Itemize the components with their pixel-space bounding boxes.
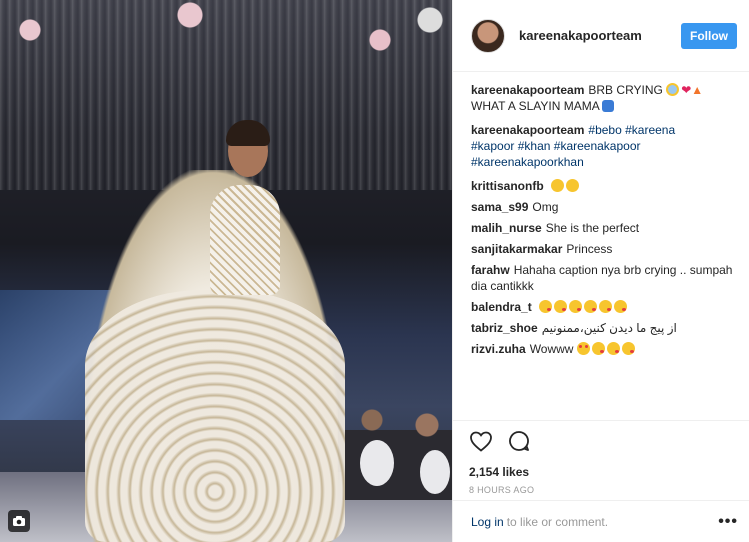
comment-text: Princess <box>566 242 613 256</box>
comment-row: rizvi.zuha Wowww <box>471 341 737 357</box>
hashtag-kareenakapoor[interactable]: #kareenakapoor <box>554 139 641 153</box>
hashtag-comment: kareenakapoorteam #bebo #kareena #kapoor … <box>471 122 737 170</box>
kiss-face-icon <box>591 342 605 355</box>
kiss-face-icon <box>621 342 635 355</box>
comment-row: balendra_t <box>471 299 737 315</box>
caption-username[interactable]: kareenakapoorteam <box>471 83 584 97</box>
comment-row: farahw Hahaha caption nya brb crying .. s… <box>471 262 737 294</box>
comment-text: Hahaha caption nya brb crying .. sumpah … <box>471 263 733 293</box>
login-link[interactable]: Log in <box>471 515 504 529</box>
caption: kareenakapoorteam BRB CRYING ❤▲ WHAT A SL… <box>471 82 737 114</box>
comment-username[interactable]: balendra_t <box>471 300 532 314</box>
heart-outline-icon[interactable] <box>469 430 493 455</box>
instagram-post: kareenakapoorteam Follow kareenakapoorte… <box>0 0 749 542</box>
login-prompt-text: to like or comment. <box>506 514 609 529</box>
kiss-face-icon <box>554 300 568 313</box>
caption-text: BRB CRYING <box>588 83 663 97</box>
comment-text: Wowww <box>529 342 574 356</box>
hashtag-bebo[interactable]: #bebo <box>588 123 621 137</box>
comment-username[interactable]: rizvi.zuha <box>471 342 526 356</box>
action-icons <box>469 429 738 455</box>
video-camera-icon <box>8 510 30 532</box>
comment-username[interactable]: kareenakapoorteam <box>471 123 584 137</box>
header-username[interactable]: kareenakapoorteam <box>519 28 681 43</box>
avatar[interactable] <box>471 18 505 53</box>
comment-username[interactable]: tabriz_shoe <box>471 321 538 335</box>
audience-fan <box>360 440 394 486</box>
kiss-face-icon <box>539 300 553 313</box>
smiling-face-icon <box>566 179 580 192</box>
comment-text: از پیج ما دیدن کنین،ممنونیم <box>541 321 677 335</box>
hashtag-kapoor[interactable]: #kapoor <box>471 139 514 153</box>
ceiling-flowers <box>0 0 452 80</box>
comment-row: tabriz_shoe از پیج ما دیدن کنین،ممنونیم <box>471 320 737 336</box>
crying-face-icon <box>666 83 680 96</box>
post-header: kareenakapoorteam Follow <box>453 0 749 72</box>
comment-username[interactable]: malih_nurse <box>471 221 542 235</box>
comment-username[interactable]: sanjitakarmakar <box>471 242 562 256</box>
comment-row: sama_s99 Omg <box>471 199 737 215</box>
post-timestamp: 8 HOURS AGO <box>469 485 535 495</box>
audience-fan <box>420 450 450 494</box>
comment-username[interactable]: farahw <box>471 263 510 277</box>
bodice <box>210 185 280 295</box>
post-media[interactable] <box>0 0 452 542</box>
heart-eyes-face-icon <box>576 342 590 355</box>
comments-list: kareenakapoorteam BRB CRYING ❤▲ WHAT A SL… <box>453 72 749 410</box>
post-actions: 2,154 likes 8 HOURS AGO <box>453 420 749 495</box>
comment-row: krittisanonfb <box>471 178 737 194</box>
kiss-face-icon <box>569 300 583 313</box>
likes-count[interactable]: 2,154 likes <box>469 465 738 479</box>
kiss-face-icon <box>614 300 628 313</box>
kiss-face-icon <box>599 300 613 313</box>
comment-username[interactable]: sama_s99 <box>471 200 528 214</box>
comment-text: Omg <box>532 200 559 214</box>
comment-bubble-icon[interactable] <box>507 429 531 456</box>
post-footer: Log in to like or comment. ••• <box>453 500 749 542</box>
fire-emoji-icon: ▲ <box>691 83 704 97</box>
caption-text-line2: WHAT A SLAYIN MAMA <box>471 99 600 113</box>
follow-button[interactable]: Follow <box>681 22 737 49</box>
comment-row: malih_nurse She is the perfect <box>471 220 737 236</box>
comment-row: sanjitakarmakar Princess <box>471 241 737 257</box>
hashtag-kareenakapoorkhan[interactable]: #kareenakapoorkhan <box>471 155 584 169</box>
heart-emoji-icon: ❤ <box>681 83 692 97</box>
kiss-face-icon <box>584 300 598 313</box>
comment-username[interactable]: krittisanonfb <box>471 179 544 193</box>
hashtag-kareena[interactable]: #kareena <box>625 123 675 137</box>
post-sidebar: kareenakapoorteam Follow kareenakapoorte… <box>452 0 749 542</box>
more-options-icon[interactable]: ••• <box>718 513 738 531</box>
lehenga-skirt <box>85 290 345 542</box>
comment-text: She is the perfect <box>545 221 640 235</box>
face-emoji-icon <box>602 100 615 112</box>
hashtag-khan[interactable]: #khan <box>518 139 551 153</box>
kiss-face-icon <box>606 342 620 355</box>
smiling-face-icon <box>551 179 565 192</box>
